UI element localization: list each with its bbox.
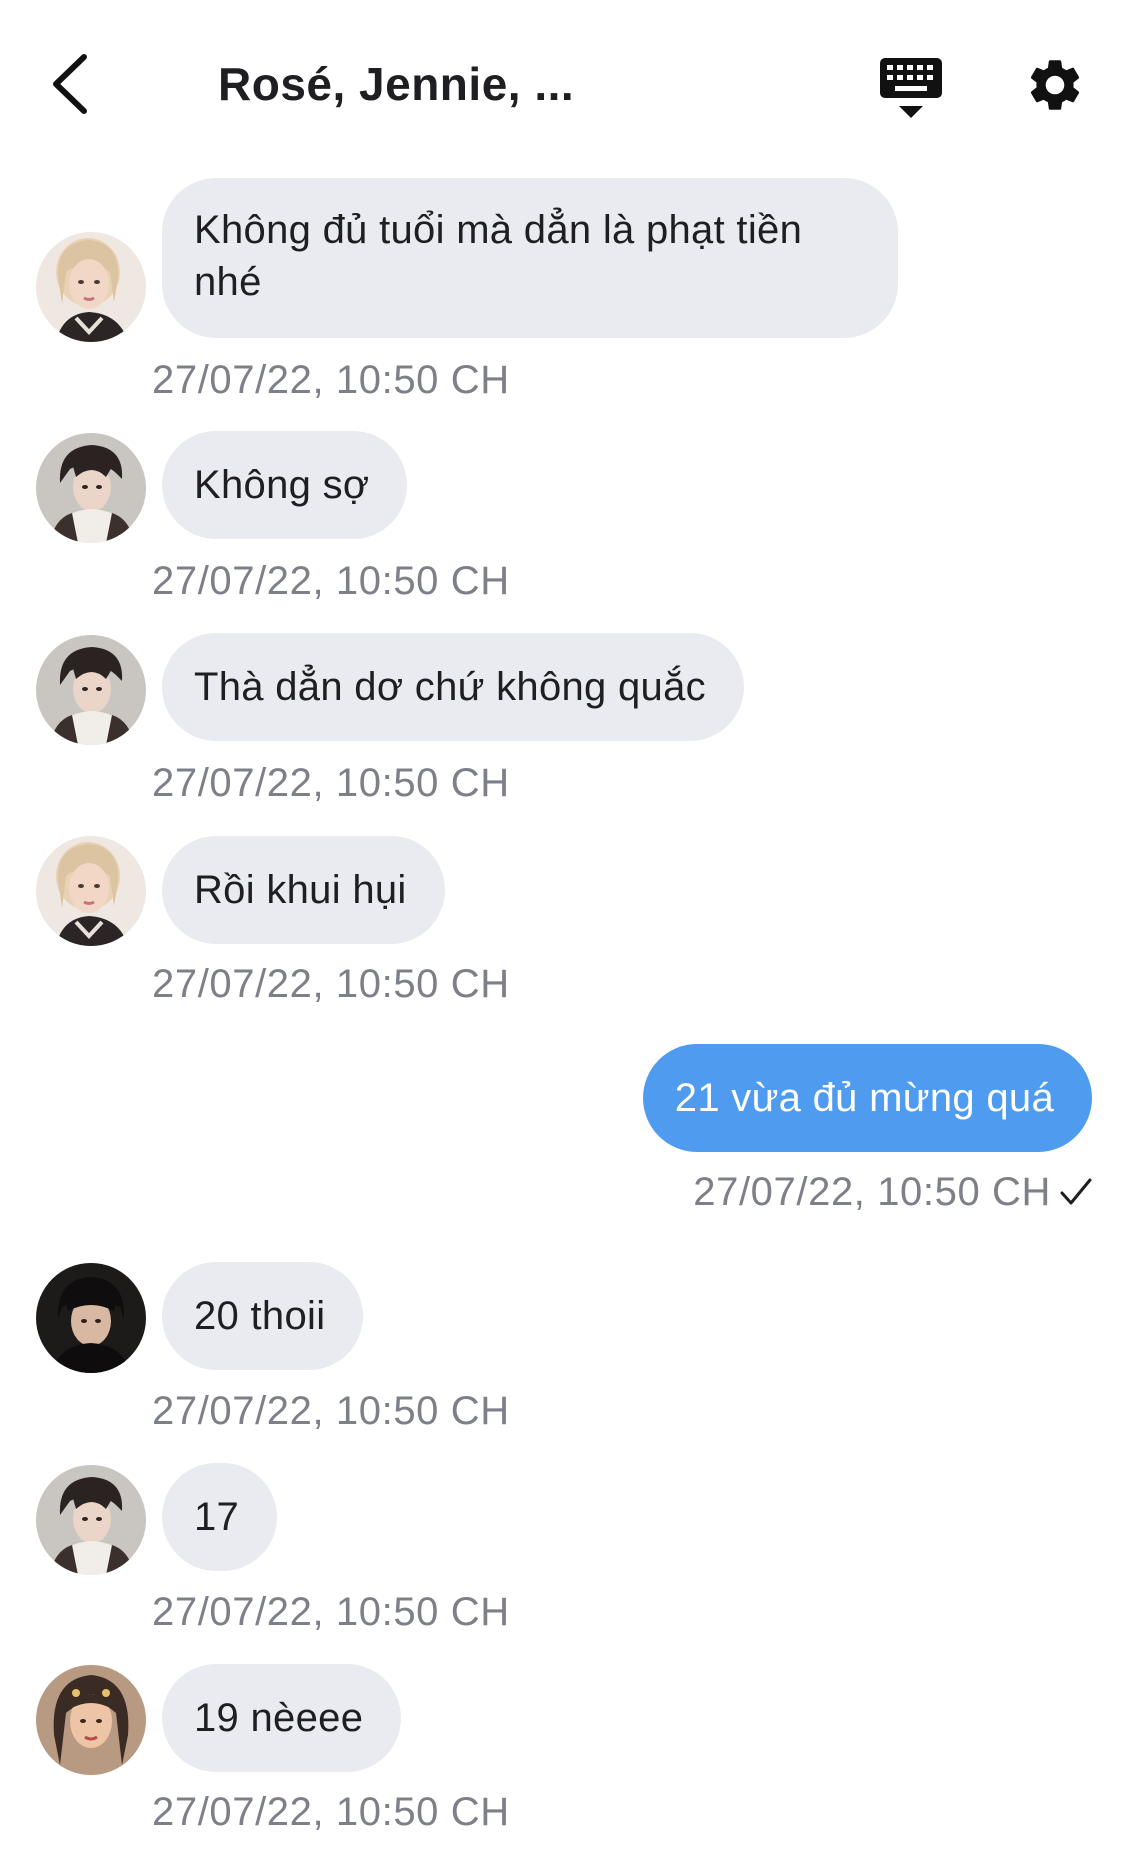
message-bubble[interactable]: 20 thoii [162, 1262, 364, 1370]
message-bubble[interactable]: 17 [162, 1463, 278, 1571]
keyboard-button[interactable] [878, 54, 944, 122]
message-timestamp: 27/07/22, 10:50 CH [152, 962, 510, 1006]
message-timestamp: 27/07/22, 10:50 CH [152, 1590, 510, 1634]
avatar-boy[interactable] [36, 433, 146, 543]
avatar-rose[interactable] [36, 232, 146, 342]
message-bubble-mine[interactable]: 21 vừa đủ mừng quá [642, 1044, 1092, 1152]
message-timestamp: 27/07/22, 10:50 CH [152, 761, 510, 805]
chat-title[interactable]: Rosé, Jennie, ... [218, 52, 574, 116]
message-bubble[interactable]: Thà dẳn dơ chứ không quắc [162, 633, 744, 741]
back-button[interactable] [40, 50, 100, 118]
message-timestamp: 27/07/22, 10:50 CH [152, 1389, 510, 1433]
message-timestamp: 27/07/22, 10:50 CH [152, 1790, 510, 1834]
chevron-left-icon [53, 54, 87, 114]
avatar-rose[interactable] [36, 836, 146, 946]
chat-header: Rosé, Jennie, ... [0, 0, 1125, 170]
avatar-jennie[interactable] [36, 1665, 146, 1775]
avatar-boy[interactable] [36, 1465, 146, 1575]
message-timestamp: 27/07/22, 10:50 CH [152, 358, 510, 402]
avatar-dark-hair[interactable] [36, 1263, 146, 1373]
keyboard-icon [880, 58, 942, 118]
settings-button[interactable] [1024, 54, 1086, 116]
gear-icon [1030, 60, 1080, 110]
avatar-boy[interactable] [36, 635, 146, 745]
message-timestamp: 27/07/22, 10:50 CH [152, 559, 510, 603]
message-bubble[interactable]: Không sợ [162, 431, 408, 539]
check-icon [1060, 1178, 1092, 1205]
message-timestamp: 27/07/22, 10:50 CH [693, 1170, 1051, 1214]
message-bubble[interactable]: Rồi khui hụi [162, 836, 445, 944]
message-bubble[interactable]: Không đủ tuổi mà dẳn là phạt tiền nhé [162, 178, 898, 338]
message-bubble[interactable]: 19 nèeee [162, 1664, 402, 1772]
